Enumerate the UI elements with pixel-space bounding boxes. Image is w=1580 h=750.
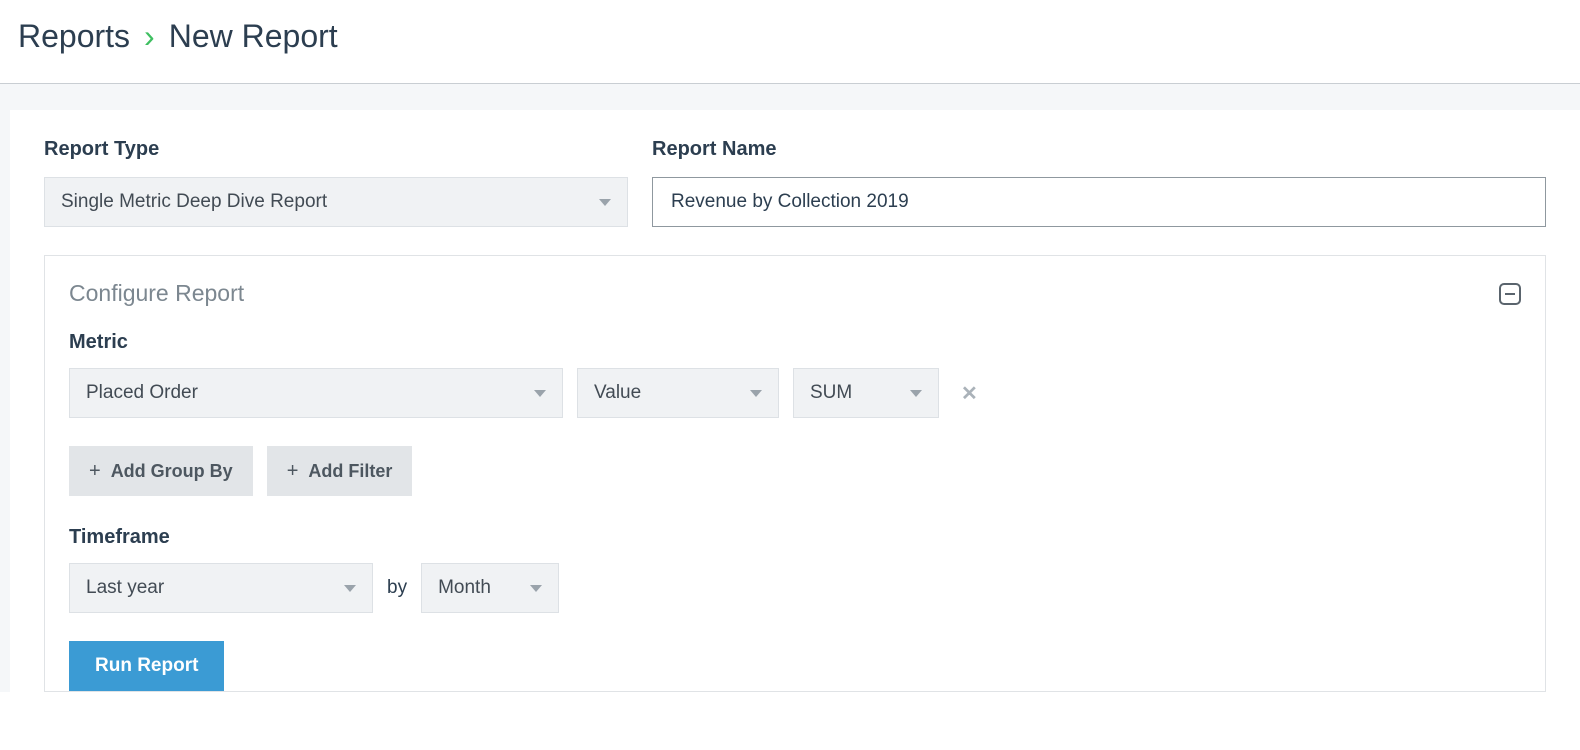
metric-aggregation-select[interactable]: SUM bbox=[793, 368, 939, 418]
chevron-down-icon bbox=[530, 585, 542, 592]
metric-field-select[interactable]: Value bbox=[577, 368, 779, 418]
chevron-down-icon bbox=[910, 390, 922, 397]
add-group-by-label: Add Group By bbox=[111, 461, 233, 482]
minus-icon bbox=[1505, 293, 1515, 295]
configure-report-title: Configure Report bbox=[69, 280, 244, 307]
report-type-value: Single Metric Deep Dive Report bbox=[61, 191, 327, 213]
by-label: by bbox=[387, 577, 407, 599]
plus-icon: + bbox=[287, 460, 299, 483]
add-group-by-button[interactable]: + Add Group By bbox=[69, 446, 253, 496]
chevron-down-icon bbox=[750, 390, 762, 397]
report-card: Report Type Single Metric Deep Dive Repo… bbox=[10, 110, 1580, 692]
collapse-button[interactable] bbox=[1499, 283, 1521, 305]
breadcrumb-separator-icon: › bbox=[144, 18, 155, 55]
chevron-down-icon bbox=[344, 585, 356, 592]
timeframe-value: Last year bbox=[86, 577, 164, 599]
add-filter-button[interactable]: + Add Filter bbox=[267, 446, 413, 496]
breadcrumb-root[interactable]: Reports bbox=[18, 18, 130, 55]
metric-select[interactable]: Placed Order bbox=[69, 368, 563, 418]
report-type-select[interactable]: Single Metric Deep Dive Report bbox=[44, 177, 628, 227]
clear-metric-icon[interactable]: ✕ bbox=[953, 381, 986, 406]
metric-aggregation-value: SUM bbox=[810, 382, 852, 404]
add-filter-label: Add Filter bbox=[308, 461, 392, 482]
timeframe-label: Timeframe bbox=[69, 526, 1521, 549]
report-name-label: Report Name bbox=[652, 138, 1546, 161]
interval-select[interactable]: Month bbox=[421, 563, 559, 613]
metric-value: Placed Order bbox=[86, 382, 198, 404]
configure-report-panel: Configure Report Metric Placed Order Val… bbox=[44, 255, 1546, 692]
interval-value: Month bbox=[438, 577, 491, 599]
metric-field-value: Value bbox=[594, 382, 641, 404]
report-name-input[interactable] bbox=[652, 177, 1546, 227]
report-type-label: Report Type bbox=[44, 138, 628, 161]
chevron-down-icon bbox=[534, 390, 546, 397]
breadcrumb: Reports › New Report bbox=[18, 18, 1562, 55]
chevron-down-icon bbox=[599, 199, 611, 206]
breadcrumb-current: New Report bbox=[169, 18, 338, 55]
run-report-button[interactable]: Run Report bbox=[69, 641, 224, 691]
metric-label: Metric bbox=[69, 331, 1521, 354]
timeframe-select[interactable]: Last year bbox=[69, 563, 373, 613]
plus-icon: + bbox=[89, 460, 101, 483]
